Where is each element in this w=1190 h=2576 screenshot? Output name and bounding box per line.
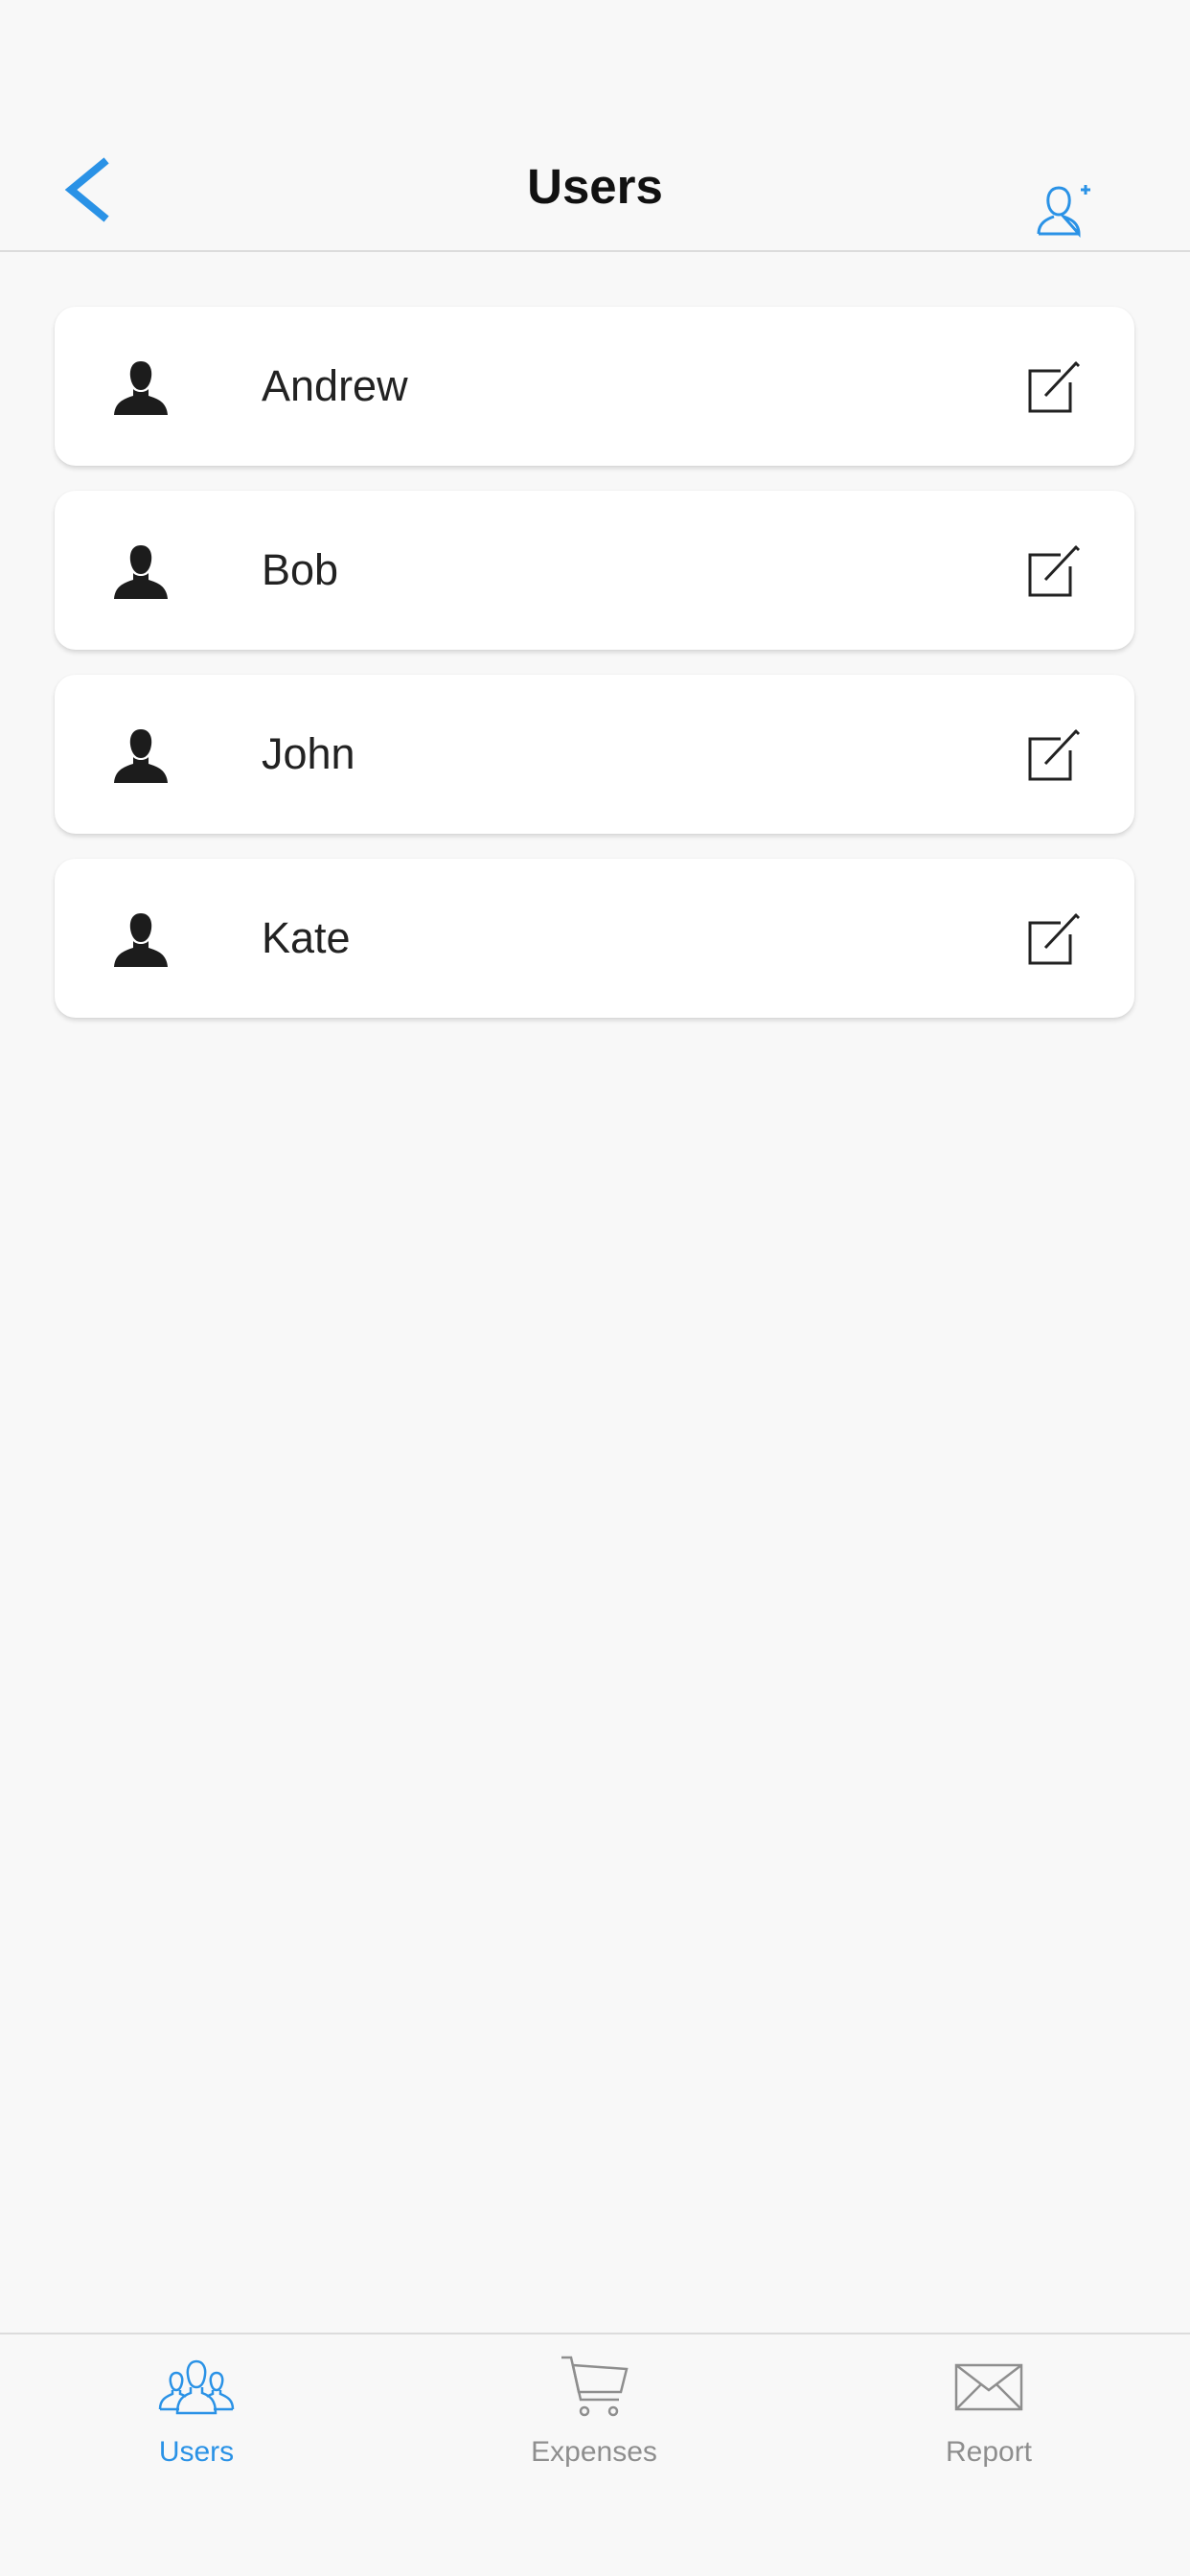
user-name: Andrew: [262, 361, 408, 410]
edit-icon[interactable]: [1026, 911, 1082, 967]
edit-icon[interactable]: [1026, 543, 1082, 599]
tab-expenses[interactable]: Expenses: [450, 2334, 738, 2497]
user-list: Andrew Bob John Kate: [55, 307, 1134, 1043]
tab-report[interactable]: Report: [845, 2334, 1133, 2497]
add-user-button[interactable]: [1035, 180, 1094, 238]
user-row[interactable]: Andrew: [55, 307, 1134, 466]
user-avatar-icon: [114, 729, 168, 783]
edit-icon[interactable]: [1026, 727, 1082, 783]
tab-bar: Users Expenses Report: [0, 2333, 1190, 2576]
add-user-icon: [1037, 185, 1090, 238]
envelope-icon: [954, 2363, 1023, 2411]
user-row[interactable]: Bob: [55, 491, 1134, 650]
user-name: Bob: [262, 545, 339, 594]
cart-icon: [561, 2356, 629, 2417]
user-name: Kate: [262, 913, 351, 962]
user-avatar-icon: [114, 361, 168, 415]
nav-bar: Users: [0, 0, 1190, 252]
edit-icon[interactable]: [1026, 359, 1082, 415]
user-name: John: [262, 729, 355, 778]
tab-label: Expenses: [531, 2436, 657, 2468]
tab-label: Users: [158, 2436, 235, 2468]
user-avatar-icon: [114, 545, 168, 599]
page-title: Users: [527, 159, 663, 214]
users-icon: [158, 2359, 235, 2415]
tab-label: Report: [945, 2436, 1033, 2468]
tab-users[interactable]: Users: [53, 2334, 340, 2497]
user-row[interactable]: John: [55, 675, 1134, 834]
user-row[interactable]: Kate: [55, 859, 1134, 1018]
user-avatar-icon: [114, 913, 168, 967]
